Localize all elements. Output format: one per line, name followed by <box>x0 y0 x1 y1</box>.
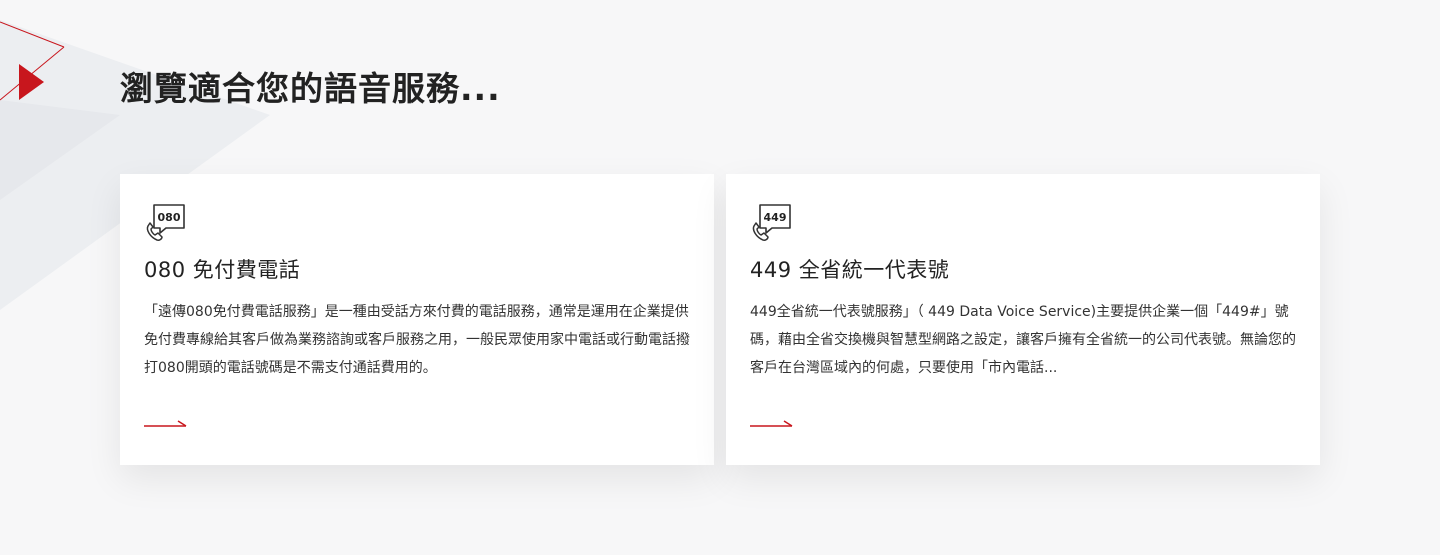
arrow-right-icon[interactable] <box>144 416 188 430</box>
service-card-449[interactable]: 449 449 全省統一代表號 449全省統一代表號服務」（ 449 Data … <box>726 174 1320 465</box>
card-description: 449全省統一代表號服務」（ 449 Data Voice Service)主要… <box>750 304 1296 376</box>
service-card-080[interactable]: 080 080 免付費電話 「遠傳080免付費電話服務」是一種由受話方來付費的電… <box>120 174 714 465</box>
svg-text:449: 449 <box>764 211 787 224</box>
phone-449-icon: 449 <box>752 204 791 241</box>
arrow-right-icon[interactable] <box>750 416 794 430</box>
phone-080-icon: 080 <box>146 204 185 241</box>
svg-text:080: 080 <box>158 211 181 224</box>
card-title: 080 免付費電話 <box>144 258 301 282</box>
card-description: 「遠傳080免付費電話服務」是一種由受話方來付費的電話服務，通常是運用在企業提供… <box>144 304 690 376</box>
card-title: 449 全省統一代表號 <box>750 258 950 282</box>
page-title: 瀏覽適合您的語音服務... <box>120 69 501 108</box>
